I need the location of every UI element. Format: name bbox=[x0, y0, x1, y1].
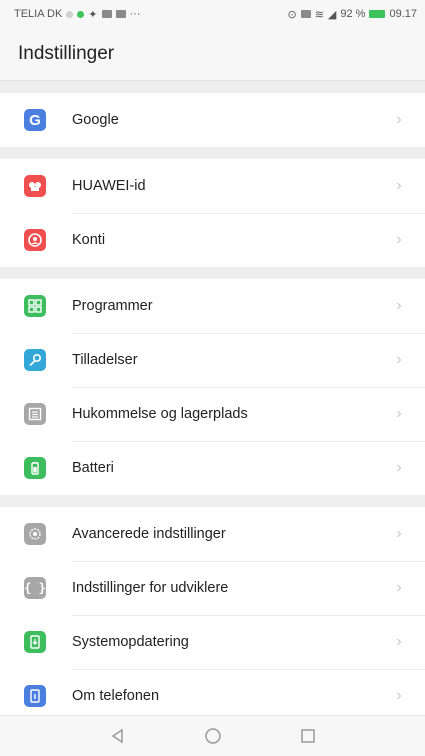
settings-item-label: Programmer bbox=[72, 298, 153, 314]
group-separator bbox=[0, 81, 425, 93]
developer-braces-icon: { } bbox=[24, 577, 46, 599]
apps-grid-icon bbox=[24, 295, 46, 317]
group-separator bbox=[0, 147, 425, 159]
phone-info-icon bbox=[24, 685, 46, 707]
header: Indstillinger bbox=[0, 28, 425, 81]
settings-group: Avancerede indstillinger › { } Indstillinge… bbox=[0, 507, 425, 723]
chevron-right-icon: › bbox=[396, 111, 402, 128]
settings-list: G Google › HUAWEI-id › Konti › Programmer › Tilla… bbox=[0, 81, 425, 723]
chevron-right-icon: › bbox=[396, 177, 402, 194]
settings-item-google[interactable]: G Google › bbox=[0, 93, 425, 147]
navigation-bar bbox=[0, 715, 425, 756]
settings-item-label: Avancerede indstillinger bbox=[72, 526, 226, 542]
chevron-right-icon: › bbox=[396, 633, 402, 650]
settings-item-hukommelse-og-lagerplads[interactable]: Hukommelse og lagerplads › bbox=[0, 387, 425, 441]
nfc-icon bbox=[300, 10, 311, 18]
page-title: Indstillinger bbox=[18, 43, 115, 64]
back-button[interactable] bbox=[103, 721, 133, 751]
home-button[interactable] bbox=[198, 721, 228, 751]
settings-item-konti[interactable]: Konti › bbox=[0, 213, 425, 267]
settings-group: G Google › bbox=[0, 93, 425, 147]
chevron-right-icon: › bbox=[396, 231, 402, 248]
status-right: ⊙ ≋ ◢ 92 % 09.17 bbox=[287, 8, 417, 21]
key-icon bbox=[24, 349, 46, 371]
group-separator bbox=[0, 495, 425, 507]
settings-item-label: Batteri bbox=[72, 460, 114, 476]
settings-item-label: Google bbox=[72, 112, 119, 128]
mail-icon bbox=[101, 10, 112, 18]
settings-item-label: HUAWEI-id bbox=[72, 178, 146, 194]
chevron-right-icon: › bbox=[396, 687, 402, 704]
chevron-right-icon: › bbox=[396, 525, 402, 542]
status-left: TELIA DK ✦ ··· bbox=[14, 8, 141, 21]
carrier-label: TELIA DK bbox=[14, 8, 63, 20]
google-icon: G bbox=[24, 109, 46, 131]
notification-icon bbox=[66, 10, 74, 18]
signal-icon: ◢ bbox=[327, 8, 337, 21]
battery-icon bbox=[24, 457, 46, 479]
settings-item-label: Tilladelser bbox=[72, 352, 138, 368]
wifi-icon: ≋ bbox=[314, 8, 324, 21]
group-separator bbox=[0, 267, 425, 279]
settings-item-indstillinger-for-udviklere[interactable]: { } Indstillinger for udviklere › bbox=[0, 561, 425, 615]
settings-item-label: Systemopdatering bbox=[72, 634, 189, 650]
gear-icon bbox=[24, 523, 46, 545]
battery-percent: 92 % bbox=[340, 8, 366, 20]
settings-group: Programmer › Tilladelser › Hukommelse og lag… bbox=[0, 279, 425, 495]
usb-icon: ✦ bbox=[88, 8, 98, 21]
home-circle-icon bbox=[204, 728, 221, 744]
alarm-icon: ⊙ bbox=[287, 8, 297, 21]
storage-icon bbox=[24, 403, 46, 425]
chevron-right-icon: › bbox=[396, 579, 402, 596]
recents-button[interactable] bbox=[293, 721, 323, 751]
chevron-right-icon: › bbox=[396, 459, 402, 476]
notification-dot-icon bbox=[77, 10, 85, 18]
status-bar: TELIA DK ✦ ··· ⊙ ≋ ◢ 92 % 09.17 bbox=[0, 0, 425, 28]
settings-item-avancerede-indstillinger[interactable]: Avancerede indstillinger › bbox=[0, 507, 425, 561]
system-update-icon bbox=[24, 631, 46, 653]
more-notifications-icon: ··· bbox=[129, 8, 141, 20]
account-icon bbox=[24, 229, 46, 251]
chevron-right-icon: › bbox=[396, 405, 402, 422]
settings-item-programmer[interactable]: Programmer › bbox=[0, 279, 425, 333]
chevron-right-icon: › bbox=[396, 297, 402, 314]
settings-item-systemopdatering[interactable]: Systemopdatering › bbox=[0, 615, 425, 669]
huawei-id-icon bbox=[24, 175, 46, 197]
settings-group: HUAWEI-id › Konti › bbox=[0, 159, 425, 267]
settings-item-label: Hukommelse og lagerplads bbox=[72, 406, 248, 422]
back-triangle-icon bbox=[111, 728, 123, 744]
settings-item-batteri[interactable]: Batteri › bbox=[0, 441, 425, 495]
recents-square-icon bbox=[300, 729, 315, 743]
settings-item-label: Om telefonen bbox=[72, 688, 160, 704]
chevron-right-icon: › bbox=[396, 351, 402, 368]
settings-item-label: Konti bbox=[72, 232, 106, 248]
image-icon bbox=[115, 10, 126, 18]
clock: 09.17 bbox=[389, 8, 417, 20]
settings-item-tilladelser[interactable]: Tilladelser › bbox=[0, 333, 425, 387]
battery-status-icon bbox=[369, 10, 386, 18]
settings-item-label: Indstillinger for udviklere bbox=[72, 580, 229, 596]
settings-item-huawei-id[interactable]: HUAWEI-id › bbox=[0, 159, 425, 213]
